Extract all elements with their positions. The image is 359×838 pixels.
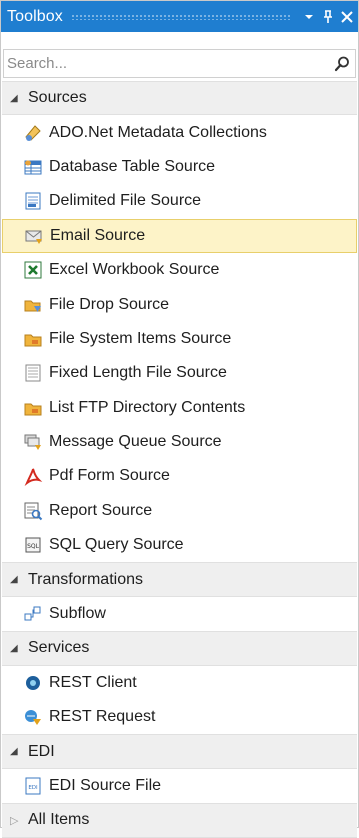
search-box[interactable] [3,49,356,78]
rest-request-icon [23,707,43,727]
pin-icon[interactable] [320,7,336,27]
toolbox-item-rest-request[interactable]: REST Request [2,700,357,734]
toolbox-title: Toolbox [7,7,63,25]
toolbox-item-rest-client[interactable]: REST Client [2,666,357,700]
expand-arrow-icon[interactable]: ◢ [10,574,28,585]
folder-icon [23,329,43,349]
toolbox-item-report-source[interactable]: Report Source [2,494,357,528]
toolbox-item-list-ftp-directory-contents[interactable]: List FTP Directory Contents [2,391,357,425]
dropdown-icon[interactable] [301,7,317,27]
toolbox-item-database-table-source[interactable]: Database Table Source [2,150,357,184]
expand-arrow-icon[interactable]: ◢ [10,93,28,104]
file-drop-icon [23,295,43,315]
delimited-file-icon [23,191,43,211]
titlebar-grip[interactable] [70,13,291,20]
toolbox-item-pdf-form-source[interactable]: Pdf Form Source [2,459,357,493]
subflow-icon [23,604,43,624]
toolbox-item-edi-source-file[interactable]: EDI EDI Source File [2,769,357,803]
toolbox-item-subflow[interactable]: Subflow [2,597,357,631]
excel-icon [23,260,43,280]
search-input[interactable] [7,55,333,72]
fixed-length-file-icon [23,363,43,383]
close-icon[interactable] [339,7,355,27]
ftp-folder-icon [23,398,43,418]
toolbox-titlebar[interactable]: Toolbox [1,1,358,32]
pdf-icon [23,466,43,487]
search-icon[interactable] [333,55,351,73]
toolbox-list: ◢ Sources ADO.Net Metadata Collections D… [2,81,357,838]
toolbox-item-excel-workbook-source[interactable]: Excel Workbook Source [2,253,357,287]
expand-arrow-icon[interactable]: ◢ [10,643,28,654]
collapsed-arrow-icon[interactable]: ▷ [10,814,28,827]
sql-icon: SQL [23,535,43,555]
group-header-sources[interactable]: ◢ Sources [2,81,357,116]
toolbox-item-ado-net-metadata-collections[interactable]: ADO.Net Metadata Collections [2,115,357,149]
group-header-edi[interactable]: ◢ EDI [2,734,357,769]
toolbox-panel: Toolbox ◢ Sources ADO.Net Metadata Col [0,0,359,838]
edi-file-icon: EDI [23,776,43,796]
rest-client-icon [23,673,43,693]
message-queue-icon [23,432,43,452]
svg-text:EDI: EDI [28,785,38,791]
ado-net-icon [23,123,43,143]
svg-text:SQL: SQL [27,543,40,550]
group-header-transformations[interactable]: ◢ Transformations [2,562,357,597]
group-header-all-items[interactable]: ▷ All Items [2,803,357,838]
toolbox-item-email-source[interactable]: Email Source [2,218,357,253]
database-table-icon [23,157,43,177]
email-icon [24,226,44,246]
toolbox-item-sql-query-source[interactable]: SQL SQL Query Source [2,528,357,562]
toolbox-item-file-system-items-source[interactable]: File System Items Source [2,322,357,356]
toolbox-item-fixed-length-file-source[interactable]: Fixed Length File Source [2,356,357,390]
report-icon [23,501,43,521]
toolbox-item-file-drop-source[interactable]: File Drop Source [2,287,357,321]
toolbox-item-message-queue-source[interactable]: Message Queue Source [2,425,357,459]
expand-arrow-icon[interactable]: ◢ [10,746,28,757]
group-header-services[interactable]: ◢ Services [2,631,357,666]
toolbox-item-delimited-file-source[interactable]: Delimited File Source [2,184,357,218]
